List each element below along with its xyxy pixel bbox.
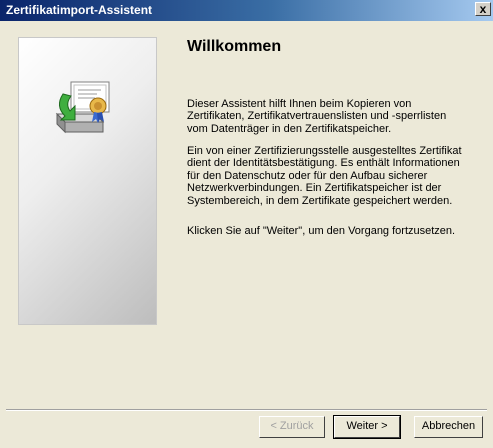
certificate-import-icon — [55, 81, 110, 134]
side-panel — [18, 37, 157, 325]
next-button[interactable]: Weiter > — [333, 415, 401, 439]
close-icon: x — [479, 2, 487, 16]
page-title: Willkommen — [187, 38, 282, 55]
title-bar[interactable]: Zertifikatimport-Assistent x — [0, 0, 493, 21]
info-paragraph: Ein von einer Zertifizierungsstelle ausg… — [187, 145, 462, 207]
wizard-window: Zertifikatimport-Assistent x Willkommen … — [0, 0, 493, 448]
back-button[interactable]: < Zurück — [259, 416, 325, 438]
close-button[interactable]: x — [475, 2, 491, 16]
cancel-button[interactable]: Abbrechen — [414, 416, 483, 438]
wizard-body: Willkommen Dieser Assistent hilft Ihnen … — [0, 21, 493, 448]
button-separator — [6, 409, 487, 411]
intro-paragraph: Dieser Assistent hilft Ihnen beim Kopier… — [187, 98, 447, 135]
instruction-paragraph: Klicken Sie auf "Weiter", um den Vorgang… — [187, 225, 456, 237]
window-title: Zertifikatimport-Assistent — [6, 3, 153, 17]
